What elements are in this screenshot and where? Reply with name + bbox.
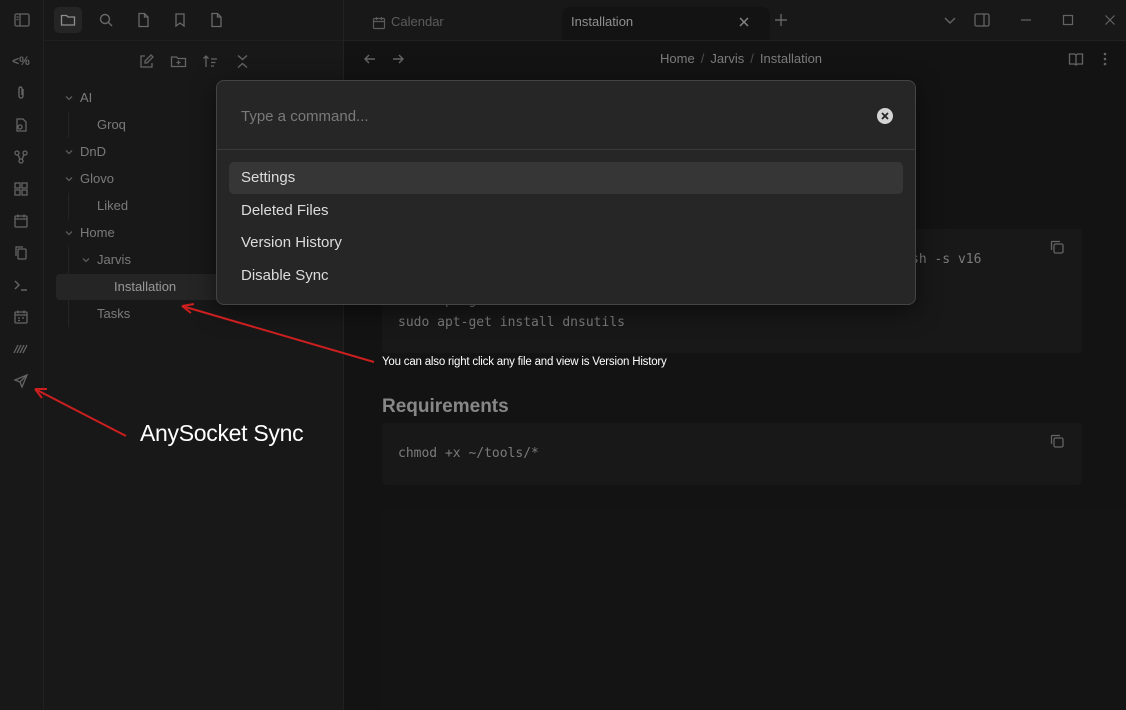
annotation-anysocket-sync: AnySocket Sync (140, 420, 304, 446)
arrow-to-file-tree (181, 303, 375, 363)
annotation-arrows (34, 303, 375, 437)
arrow-to-send-icon (34, 388, 127, 437)
annotation-version-history-note: You can also right click any file and vi… (382, 356, 667, 368)
